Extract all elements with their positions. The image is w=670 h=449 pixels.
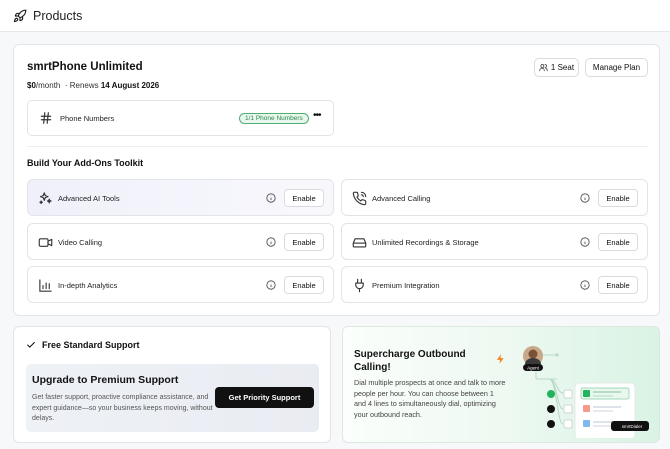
plan-name: smrtPhone Unlimited bbox=[27, 61, 143, 73]
dialer-badge: smrtDialer bbox=[622, 424, 643, 429]
info-icon[interactable] bbox=[266, 280, 276, 290]
video-icon bbox=[38, 238, 53, 247]
more-options-icon[interactable]: ••• bbox=[313, 110, 321, 121]
sparkles-icon bbox=[39, 192, 52, 205]
phone-bubbles bbox=[547, 390, 555, 428]
phone-call-icon bbox=[352, 191, 367, 206]
page-header: Products bbox=[0, 0, 670, 32]
support-card: Free Standard Support Upgrade to Premium… bbox=[13, 326, 331, 443]
plan-billing: $0/month · Renews 14 August 2026 bbox=[27, 81, 160, 90]
manage-plan-button[interactable]: Manage Plan bbox=[585, 58, 648, 77]
page-title: Products bbox=[33, 8, 83, 23]
lightning-icon bbox=[496, 354, 504, 364]
phone-numbers-row[interactable]: Phone Numbers 1/1 Phone Numbers ••• bbox=[27, 100, 334, 136]
info-icon[interactable] bbox=[266, 237, 276, 247]
addon-name: Advanced AI Tools bbox=[58, 194, 120, 203]
addon-name: In-depth Analytics bbox=[58, 281, 118, 290]
dialer-promo-card: Supercharge Outbound Calling! Dial multi… bbox=[342, 326, 660, 443]
info-icon[interactable] bbox=[580, 280, 590, 290]
seats-label: 1 Seat bbox=[550, 63, 575, 72]
addon-name: Premium Integration bbox=[372, 281, 440, 290]
plan-card: smrtPhone Unlimited $0/month · Renews 14… bbox=[13, 44, 660, 316]
promo-title: Supercharge Outbound Calling! bbox=[354, 349, 466, 373]
premium-description: Get faster support, proactive compliance… bbox=[32, 394, 213, 422]
enable-button[interactable]: Enable bbox=[284, 276, 324, 294]
addon-advanced-calling: Advanced Calling Enable bbox=[341, 179, 648, 216]
addon-premium-integration: Premium Integration Enable bbox=[341, 266, 648, 303]
enable-button[interactable]: Enable bbox=[598, 189, 638, 207]
enable-button[interactable]: Enable bbox=[284, 233, 324, 251]
enable-button[interactable]: Enable bbox=[284, 189, 324, 207]
info-icon[interactable] bbox=[266, 193, 276, 203]
chart-icon bbox=[39, 279, 52, 292]
renews-date: 14 August 2026 bbox=[100, 81, 160, 90]
addon-advanced-ai-tools: Advanced AI Tools Enable bbox=[27, 179, 334, 216]
hash-icon bbox=[40, 112, 52, 124]
agent-label: Agent bbox=[527, 366, 540, 371]
info-icon[interactable] bbox=[580, 193, 590, 203]
addon-name: Unlimited Recordings & Storage bbox=[372, 238, 479, 247]
divider bbox=[27, 146, 648, 147]
enable-button[interactable]: Enable bbox=[598, 276, 638, 294]
addon-name: Advanced Calling bbox=[372, 194, 431, 203]
seats-button[interactable]: 1 Seat bbox=[534, 58, 579, 77]
plan-price: $0 bbox=[27, 81, 36, 90]
plug-icon bbox=[355, 278, 364, 293]
storage-icon bbox=[352, 238, 367, 248]
addon-name: Video Calling bbox=[58, 238, 103, 247]
dialer-illustration: Agent smrtDialer bbox=[523, 346, 649, 438]
info-icon[interactable] bbox=[580, 237, 590, 247]
phone-numbers-label: Phone Numbers bbox=[60, 114, 115, 123]
addons-title: Build Your Add-Ons Toolkit bbox=[27, 158, 144, 168]
addon-unlimited-recordings: Unlimited Recordings & Storage Enable bbox=[341, 223, 648, 260]
phone-numbers-badge: 1/1 Phone Numbers bbox=[239, 113, 309, 124]
check-icon bbox=[27, 341, 35, 348]
plan-period: /month bbox=[35, 81, 61, 90]
addon-in-depth-analytics: In-depth Analytics Enable bbox=[27, 266, 334, 303]
get-priority-support-button[interactable]: Get Priority Support bbox=[215, 387, 314, 408]
premium-support-panel: Upgrade to Premium Support Get faster su… bbox=[26, 364, 319, 432]
current-support: Free Standard Support bbox=[26, 340, 140, 350]
rocket-icon bbox=[13, 9, 27, 22]
addon-video-calling: Video Calling Enable bbox=[27, 223, 334, 260]
premium-title: Upgrade to Premium Support bbox=[32, 374, 179, 386]
current-support-label: Free Standard Support bbox=[42, 340, 140, 350]
enable-button[interactable]: Enable bbox=[598, 233, 638, 251]
renews-label: Renews bbox=[69, 81, 99, 90]
promo-description: Dial multiple prospects at once and talk… bbox=[354, 378, 506, 419]
users-icon bbox=[539, 64, 548, 72]
